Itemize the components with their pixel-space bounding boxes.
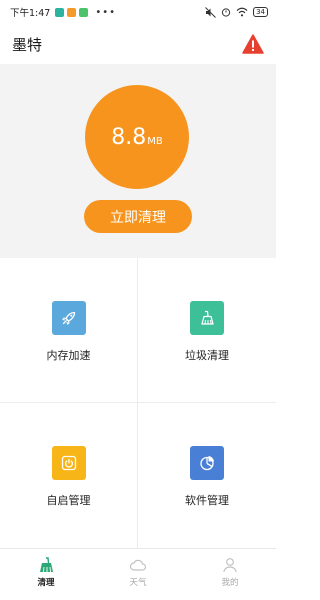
user-icon [223,558,237,573]
wifi-icon [236,7,248,17]
warning-icon[interactable] [242,34,264,54]
feature-grid: 内存加速 垃圾清理 自启管理 软件管理 [0,258,276,548]
tab-label: 清理 [37,578,55,588]
status-bar: 下午1:47 ••• 34 [0,0,276,24]
status-icons: 34 [205,6,268,18]
battery-icon: 34 [253,7,268,17]
mute-icon [205,6,216,18]
junk-size-circle: 8.8 MB [85,85,189,189]
cloud-icon [129,559,147,571]
feature-junk-clean[interactable]: 垃圾清理 [138,258,276,403]
pie-chart-icon [190,446,224,480]
tab-clean[interactable]: 清理 [0,549,92,600]
bottom-navigation: 清理 天气 我的 [0,548,276,600]
tab-profile[interactable]: 我的 [184,549,276,600]
alarm-icon [221,8,231,17]
app-bar: 墨特 [0,24,276,64]
notification-app-icon [67,7,77,17]
tab-weather[interactable]: 天气 [92,549,184,600]
feature-label: 内存加速 [46,349,91,362]
page-title: 墨特 [12,35,43,54]
junk-size-unit: MB [147,136,163,147]
power-icon [51,446,86,480]
clean-now-button[interactable]: 立即清理 [84,200,192,233]
junk-size-value: 8.8 [111,124,147,150]
feature-label: 软件管理 [185,494,229,507]
feature-autostart-manage[interactable]: 自启管理 [0,403,138,548]
status-time: 下午1:47 [10,8,51,19]
broom-nav-icon [40,557,53,573]
broom-icon [190,301,224,335]
tab-label: 我的 [221,578,239,588]
feature-memory-boost[interactable]: 内存加速 [0,258,138,403]
notification-app-icon [55,7,65,17]
rocket-icon [51,301,86,335]
feature-label: 垃圾清理 [185,349,229,362]
feature-label: 自启管理 [46,494,91,507]
more-notifications-icon: ••• [95,6,117,18]
tab-label: 天气 [129,578,147,588]
notification-app-icon [79,7,89,17]
cleanup-summary: 8.8 MB 立即清理 [0,64,276,258]
feature-software-manage[interactable]: 软件管理 [138,403,276,548]
